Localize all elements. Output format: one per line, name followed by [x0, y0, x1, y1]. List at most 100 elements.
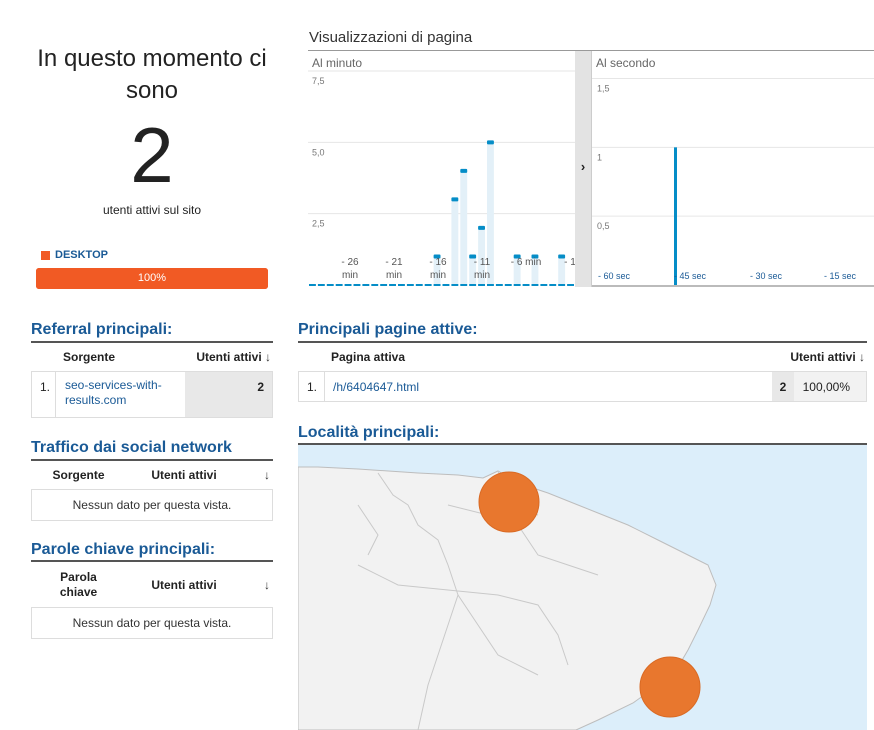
pages-header-row: Pagina attiva Utenti attivi ↓	[298, 343, 867, 372]
bar	[487, 284, 494, 286]
bar-cap	[478, 225, 485, 230]
pageviews-title: Visualizzazioni di pagina	[309, 29, 473, 46]
sort-down-icon[interactable]: ↓	[265, 350, 271, 364]
bar	[344, 284, 352, 286]
y-tick-label: 1,5	[597, 84, 610, 94]
keywords-col-keyword[interactable]: Parola chiave	[31, 570, 126, 600]
x-tick-unit: min	[342, 270, 358, 281]
keywords-table: Parola chiave Utenti attivi ↓ Nessun dat…	[31, 560, 273, 639]
keywords-col-users[interactable]: Utenti attivi	[126, 578, 242, 592]
bar	[495, 284, 503, 286]
x-tick-unit: min	[386, 270, 402, 281]
bar	[424, 284, 432, 286]
sort-down-icon[interactable]: ↓	[859, 350, 865, 364]
y-tick-label: 2,5	[312, 219, 325, 229]
device-share-bar: 100%	[36, 268, 268, 289]
location-marker	[639, 656, 701, 718]
bar	[389, 284, 396, 286]
active-users-title: In questo momento ci sono	[37, 45, 267, 104]
y-tick-label: 5,0	[312, 147, 325, 157]
page-users-percent: 100,00%	[794, 372, 866, 401]
row-index: 1.	[299, 372, 325, 401]
sort-down-icon[interactable]: ↓	[242, 468, 273, 482]
bar	[540, 284, 548, 286]
social-col-source[interactable]: Sorgente	[31, 468, 126, 482]
referral-col-source[interactable]: Sorgente	[55, 350, 185, 364]
social-header-row: Sorgente Utenti attivi ↓	[31, 461, 273, 490]
chevron-right-icon[interactable]: ›	[575, 159, 591, 174]
table-row: 1. seo-services-with-results.com 2	[31, 372, 273, 418]
location-marker	[478, 471, 540, 533]
bar	[451, 284, 459, 286]
bar	[317, 284, 325, 286]
x-tick-label: - 26	[341, 257, 359, 268]
device-color-swatch	[41, 250, 50, 260]
map-svg	[298, 466, 717, 730]
bar	[469, 284, 477, 286]
y-tick-label: 1	[597, 152, 602, 162]
social-table: Sorgente Utenti attivi ↓ Nessun dato per…	[31, 459, 273, 521]
referral-source-link[interactable]: seo-services-with-results.com	[56, 372, 185, 417]
keywords-header-row: Parola chiave Utenti attivi ↓	[31, 562, 273, 608]
active-users-subtitle: utenti attivi sul sito	[102, 203, 202, 217]
per-second-label: Al secondo	[596, 56, 656, 70]
device-legend: DESKTOP	[41, 249, 108, 261]
row-index: 1.	[32, 372, 56, 417]
bar	[442, 284, 450, 286]
x-tick-label: - 30 sec	[750, 271, 783, 281]
bar	[674, 147, 677, 285]
per-minute-chart: Al minuto 7,5 5,0 2,5 - 26 min - 21 min - 16 min…	[308, 51, 576, 287]
social-empty-message: Nessun dato per questa vista.	[31, 490, 273, 521]
bar	[309, 284, 316, 286]
locations-map[interactable]	[298, 445, 867, 730]
pages-col-page[interactable]: Pagina attiva	[324, 350, 790, 364]
device-share-percent: 100%	[137, 272, 167, 284]
bar	[567, 284, 574, 286]
x-tick-label: - 1	[564, 257, 575, 268]
page-link[interactable]: /h/6404647.html	[325, 372, 772, 401]
bar	[326, 284, 334, 286]
x-tick-label: - 15 sec	[824, 271, 857, 281]
bar	[362, 284, 370, 286]
bar-area	[451, 199, 459, 285]
x-tick-label: - 21	[385, 257, 403, 268]
bar	[549, 284, 557, 286]
bar	[335, 284, 343, 286]
social-heading: Traffico dai social network	[31, 439, 232, 456]
bar	[371, 284, 379, 286]
keywords-heading: Parole chiave principali:	[31, 541, 216, 558]
locations-heading: Località principali:	[298, 424, 440, 441]
per-second-svg: 1,5 1 0,5 - 60 sec - 45 sec - 30 sec - 15 sec	[592, 78, 874, 287]
x-tick-label: - 45 sec	[674, 271, 707, 281]
y-tick-label: 7,5	[312, 76, 325, 86]
active-users-count: 2	[130, 111, 174, 199]
referral-heading: Referral principali:	[31, 321, 173, 338]
bar	[522, 284, 530, 286]
x-tick-unit: min	[474, 270, 490, 281]
pages-heading: Principali pagine attive:	[298, 321, 478, 338]
bar	[531, 284, 539, 286]
x-tick-label: - 6 min	[511, 257, 542, 268]
bar	[513, 284, 521, 286]
bar	[558, 284, 566, 286]
bar	[406, 284, 414, 286]
per-minute-svg: 7,5 5,0 2,5 - 26 min - 21 min - 16 min - 11 min - 6…	[308, 70, 576, 286]
chart-toggle[interactable]: ›	[575, 51, 591, 287]
per-minute-label: Al minuto	[312, 56, 363, 70]
pages-col-users[interactable]: Utenti attivi ↓	[790, 350, 867, 364]
bar	[380, 284, 388, 286]
device-label: DESKTOP	[55, 249, 108, 261]
per-second-chart: Al secondo 1,5 1 0,5 - 60 sec - 45 sec - 30 s…	[591, 51, 874, 287]
page-users-value: 2	[772, 372, 794, 401]
y-tick-label: 0,5	[597, 221, 610, 231]
bar	[353, 284, 361, 286]
x-tick-unit: min	[430, 270, 446, 281]
social-col-users[interactable]: Utenti attivi	[126, 468, 242, 482]
referral-col-users[interactable]: Utenti attivi ↓	[185, 350, 273, 364]
x-tick-label: - 11	[474, 257, 491, 268]
table-row: 1. /h/6404647.html 2 100,00%	[298, 372, 867, 402]
bar-area	[460, 170, 468, 285]
sort-down-icon[interactable]: ↓	[242, 578, 273, 592]
bar-cap	[487, 140, 494, 145]
bar-cap	[460, 168, 468, 173]
